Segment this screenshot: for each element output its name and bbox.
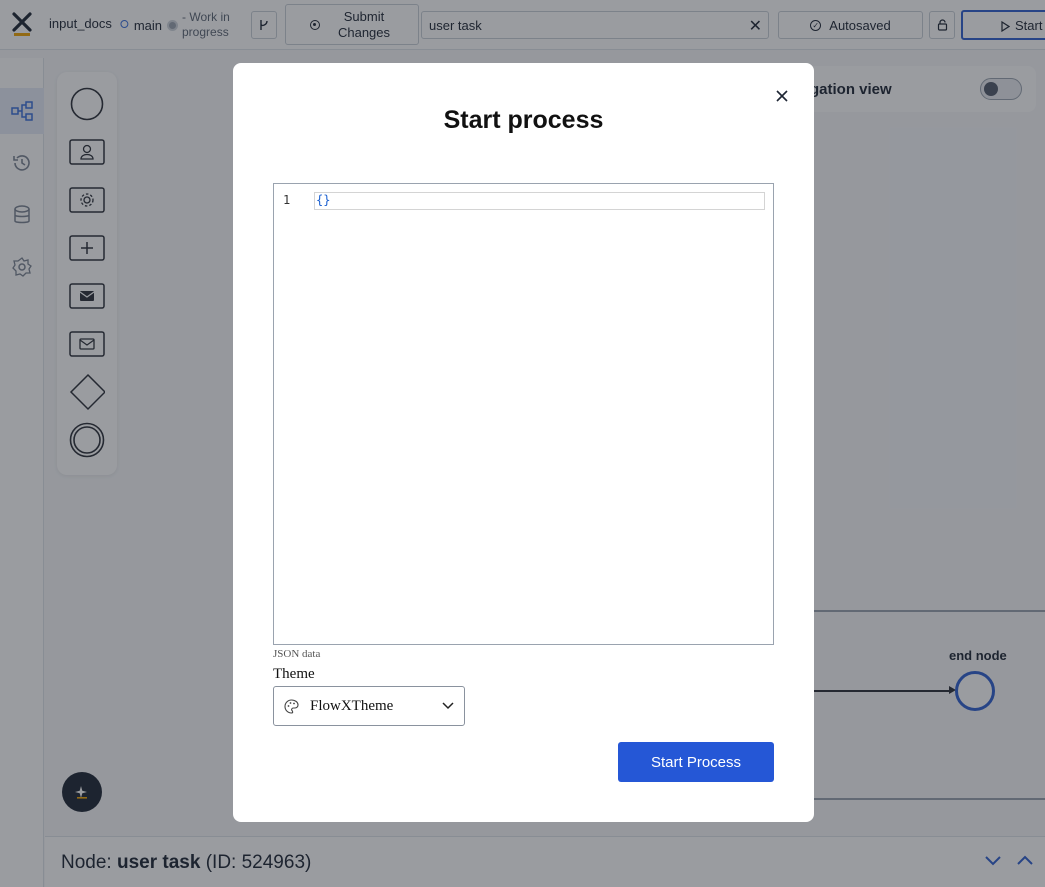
close-icon: [776, 90, 788, 102]
theme-value: FlowXTheme: [310, 698, 394, 714]
start-process-button[interactable]: Start Process: [618, 742, 774, 782]
json-code[interactable]: {}: [316, 193, 330, 207]
theme-label: Theme: [273, 666, 315, 682]
theme-select[interactable]: FlowXTheme: [273, 686, 465, 726]
json-editor[interactable]: 1 {}: [273, 183, 774, 645]
close-modal-button[interactable]: [771, 85, 793, 107]
current-line-highlight: [314, 192, 765, 210]
chevron-down-icon: [442, 702, 454, 710]
json-data-label: JSON data: [273, 648, 321, 660]
modal-title: Start process: [443, 106, 604, 134]
start-process-modal: Start process 1 {} JSON data Theme FlowX…: [233, 63, 814, 822]
line-number: 1: [283, 193, 291, 207]
palette-icon: [284, 699, 299, 714]
